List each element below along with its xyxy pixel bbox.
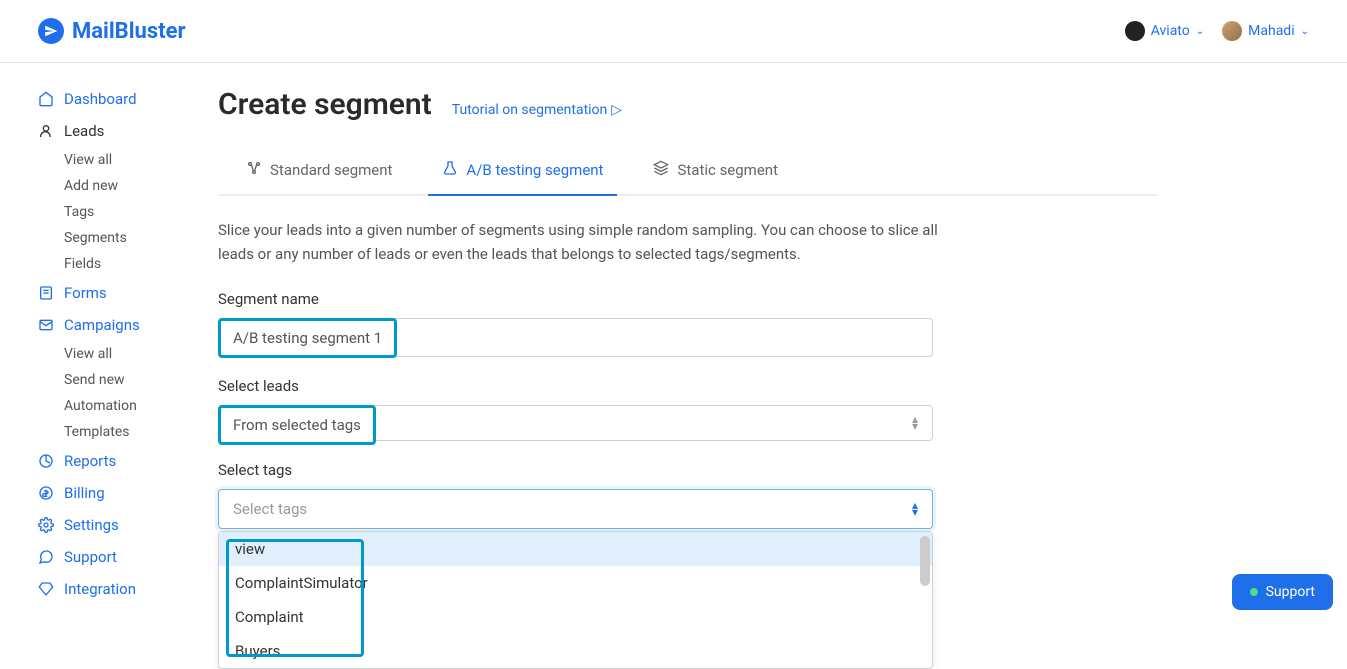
- chevron-down-icon: ⌄: [1196, 26, 1204, 37]
- envelope-icon: [38, 317, 54, 333]
- sidebar-item-support[interactable]: Support: [38, 541, 218, 573]
- sidebar-sub-viewall[interactable]: View all: [38, 147, 218, 173]
- tab-ab-testing[interactable]: A/B testing segment: [442, 150, 603, 194]
- top-header: MailBluster Aviato ⌄ Mahadi ⌄: [0, 0, 1347, 63]
- select-tags[interactable]: Select tags ▴▾: [218, 489, 933, 529]
- dropdown-option[interactable]: Complaint: [219, 600, 932, 634]
- sidebar-sub-campaign-automation[interactable]: Automation: [38, 393, 218, 419]
- main-content: Create segment Tutorial on segmentation …: [218, 63, 1158, 605]
- dollar-icon: [38, 485, 54, 501]
- sidebar-sub-fields[interactable]: Fields: [38, 251, 218, 277]
- play-icon: ▷: [611, 102, 622, 118]
- sidebar-item-billing[interactable]: Billing: [38, 477, 218, 509]
- sidebar-item-forms[interactable]: Forms: [38, 277, 218, 309]
- highlight-segment-name: A/B testing segment 1: [218, 318, 397, 358]
- sort-icon: ▴▾: [912, 502, 918, 516]
- sidebar-item-settings[interactable]: Settings: [38, 509, 218, 541]
- org-avatar-icon: [1125, 21, 1145, 41]
- highlight-select-leads: From selected tags: [218, 405, 376, 445]
- sidebar-sub-tags[interactable]: Tags: [38, 199, 218, 225]
- chevron-down-icon: ⌄: [1301, 26, 1309, 37]
- dropdown-option[interactable]: view: [219, 532, 932, 566]
- user-avatar-icon: [1222, 21, 1242, 41]
- org-switcher[interactable]: Aviato ⌄: [1125, 21, 1204, 41]
- sidebar: Dashboard Leads View all Add new Tags Se…: [0, 63, 218, 605]
- sidebar-sub-segments[interactable]: Segments: [38, 225, 218, 251]
- status-dot-icon: [1250, 588, 1258, 596]
- flask-icon: [442, 160, 458, 180]
- sidebar-sub-addnew[interactable]: Add new: [38, 173, 218, 199]
- layers-icon: [653, 160, 669, 180]
- segment-tabs: Standard segment A/B testing segment Sta…: [218, 150, 1158, 196]
- sidebar-item-reports[interactable]: Reports: [38, 445, 218, 477]
- sidebar-sub-campaign-viewall[interactable]: View all: [38, 341, 218, 367]
- dropdown-option[interactable]: Buyers: [219, 634, 932, 668]
- tab-standard[interactable]: Standard segment: [246, 150, 392, 194]
- sidebar-item-integration[interactable]: Integration: [38, 573, 218, 605]
- label-select-leads: Select leads: [218, 377, 1158, 395]
- user-menu[interactable]: Mahadi ⌄: [1222, 21, 1309, 41]
- chat-icon: [38, 549, 54, 565]
- diamond-icon: [38, 581, 54, 597]
- header-right: Aviato ⌄ Mahadi ⌄: [1125, 21, 1309, 41]
- form-icon: [38, 285, 54, 301]
- gear-icon: [38, 517, 54, 533]
- tab-static[interactable]: Static segment: [653, 150, 778, 194]
- support-button[interactable]: Support: [1232, 574, 1333, 610]
- description: Slice your leads into a given number of …: [218, 218, 938, 266]
- label-segment-name: Segment name: [218, 290, 1158, 308]
- paper-plane-icon: [38, 18, 64, 44]
- sidebar-item-campaigns[interactable]: Campaigns: [38, 309, 218, 341]
- user-icon: [38, 123, 54, 139]
- chart-icon: [38, 453, 54, 469]
- page-title: Create segment: [218, 87, 432, 122]
- tags-dropdown: view ComplaintSimulator Complaint Buyers: [218, 531, 933, 669]
- dropdown-option[interactable]: ComplaintSimulator: [219, 566, 932, 600]
- user-name: Mahadi: [1248, 23, 1294, 39]
- sidebar-sub-campaign-sendnew[interactable]: Send new: [38, 367, 218, 393]
- sidebar-item-leads[interactable]: Leads: [38, 115, 218, 147]
- sidebar-item-dashboard[interactable]: Dashboard: [38, 83, 218, 115]
- network-icon: [246, 160, 262, 180]
- sidebar-sub-campaign-templates[interactable]: Templates: [38, 419, 218, 445]
- org-name: Aviato: [1151, 23, 1190, 39]
- label-select-tags: Select tags: [218, 461, 1158, 479]
- sort-icon: ▴▾: [912, 416, 918, 430]
- scrollbar[interactable]: [920, 536, 930, 586]
- brand-logo[interactable]: MailBluster: [38, 18, 186, 44]
- brand-name: MailBluster: [72, 19, 186, 44]
- home-icon: [38, 91, 54, 107]
- tutorial-link[interactable]: Tutorial on segmentation ▷: [452, 102, 622, 118]
